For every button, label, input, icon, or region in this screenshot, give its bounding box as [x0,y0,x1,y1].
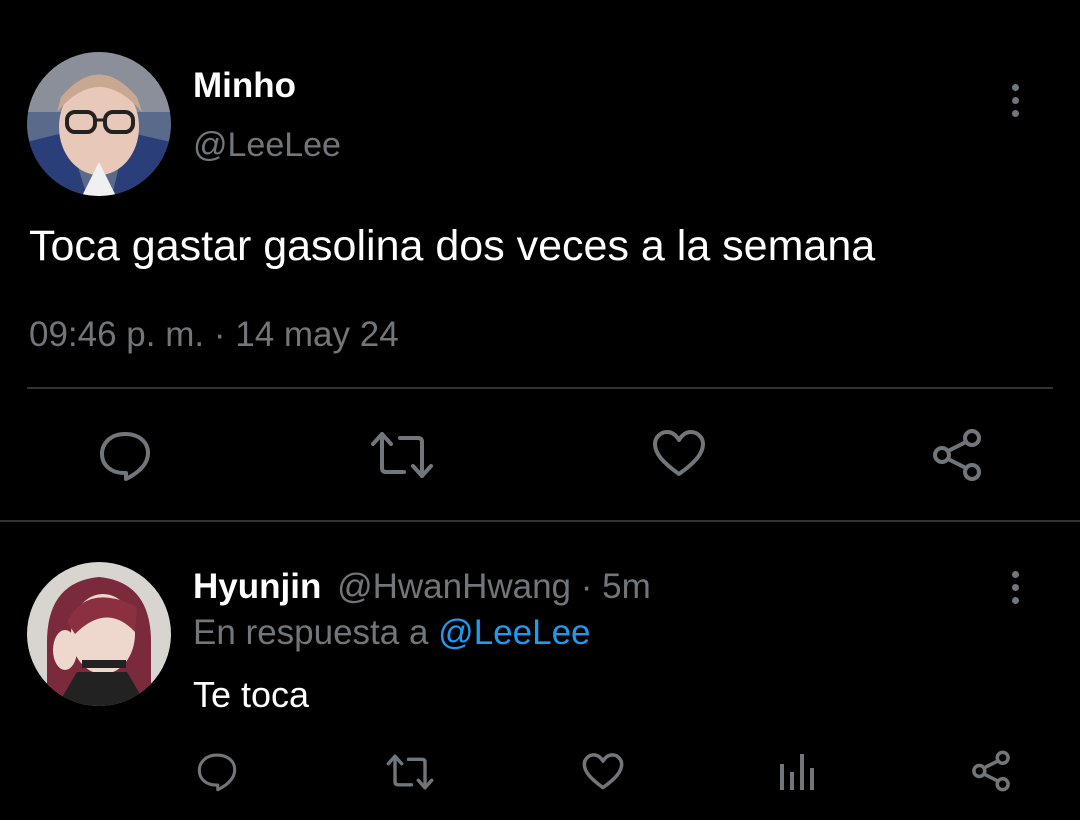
like-icon[interactable] [582,753,624,791]
author-name[interactable]: Minho [193,66,296,106]
reply-icon[interactable] [98,430,152,482]
timestamp-separator: · [213,315,226,354]
in-reply-to: En respuesta a @LeeLee [193,613,591,653]
retweet-icon[interactable] [370,430,434,480]
author-handle[interactable]: @LeeLee [193,126,341,165]
tweet-timestamp: 09:46 p. m. · 14 may 24 [29,315,399,355]
tweet-text: Toca gastar gasolina dos veces a la sema… [29,222,876,270]
reply-author-avatar[interactable] [27,562,171,706]
reply-author-name[interactable]: Hyunjin [193,567,321,606]
author-avatar[interactable] [27,52,171,196]
reply-age: 5m [602,567,651,606]
share-icon[interactable] [930,428,984,482]
like-icon[interactable] [652,430,706,478]
reply-icon[interactable] [196,752,238,792]
more-options-icon[interactable] [1012,84,1019,117]
in-reply-prefix: En respuesta a [193,613,429,652]
reply-text: Te toca [193,674,310,715]
in-reply-handle-link[interactable]: @LeeLee [438,613,590,652]
tweet-time: 09:46 p. m. [29,315,205,354]
reply-header: Hyunjin @HwanHwang · 5m [193,567,651,607]
reply-more-options-icon[interactable] [1012,571,1019,604]
divider [27,387,1053,389]
tweet-date: 14 may 24 [235,315,399,354]
reply-author-handle[interactable]: @HwanHwang [337,567,571,606]
reply-separator: · [580,567,593,606]
retweet-icon[interactable] [386,753,434,791]
divider [0,520,1080,522]
analytics-icon[interactable] [778,752,816,792]
share-icon[interactable] [970,750,1012,792]
